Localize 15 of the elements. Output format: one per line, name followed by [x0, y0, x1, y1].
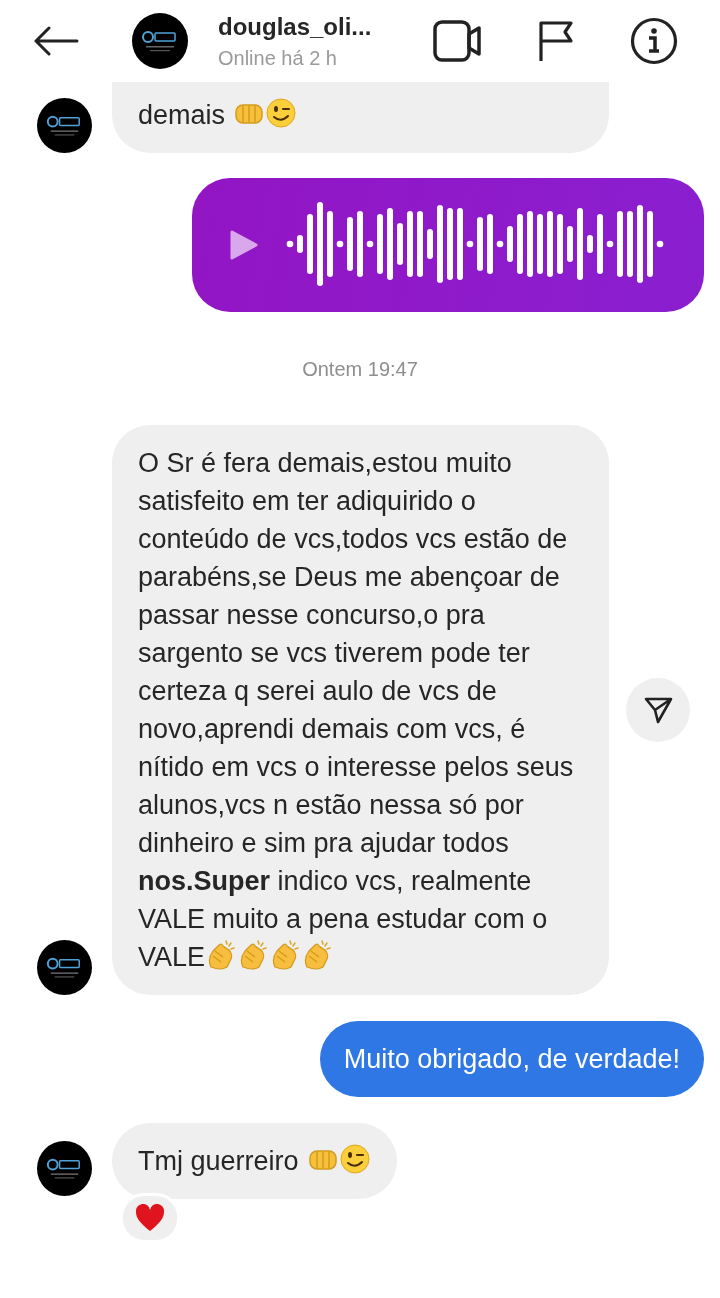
timestamp: Ontem 19:47 — [301, 358, 419, 381]
online-status: Online há 2 h — [218, 46, 338, 70]
heart-icon — [135, 1204, 165, 1232]
info-icon[interactable] — [630, 17, 678, 65]
paper-plane-icon — [643, 695, 673, 725]
avatar-icon — [132, 13, 188, 69]
contact-name[interactable]: douglas_oli... — [218, 12, 433, 41]
voice-message-bubble[interactable] — [192, 178, 704, 312]
flag-icon[interactable] — [538, 20, 576, 62]
message-text: Muito obrigado, de verdade! — [343, 1044, 680, 1074]
back-arrow-icon[interactable] — [33, 26, 79, 56]
message-text: O Sr é fera demais,estou muito satisfeito em ter adiquirido o conteúdo de vcs,todos vcs estão de parabéns,se Deus me abençoar de passar nesse concurso,o pra sargento se vcs tiverem pode ter certeza q serei aulo de vcs de novo,aprendi demais com vcs, é nítido em vcs o interesse pelos seus alunos,vcs n estão nessa só por dinheiro e sim pra ajudar todos nos.Super indico vcs, realmente VALE muito a pena estudar com o VALE — [138, 448, 574, 972]
video-call-icon[interactable] — [433, 20, 483, 62]
message-text: Tmj guerreiro — [138, 1146, 299, 1176]
message-text: demais — [138, 100, 226, 130]
